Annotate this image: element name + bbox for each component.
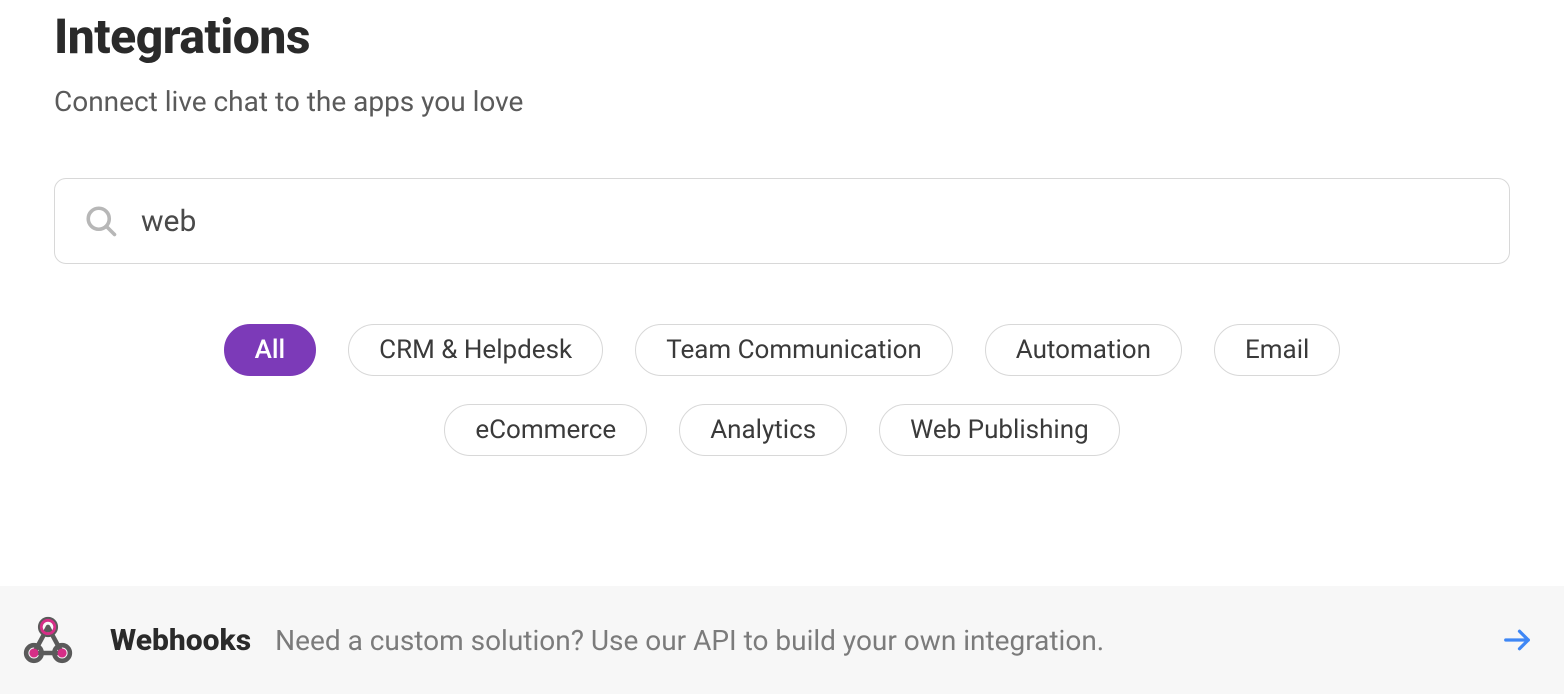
page-title: Integrations bbox=[54, 0, 1510, 65]
filter-email[interactable]: Email bbox=[1214, 324, 1340, 376]
webhooks-description: Need a custom solution? Use our API to b… bbox=[275, 624, 1104, 657]
webhooks-title: Webhooks bbox=[110, 623, 251, 658]
filter-analytics[interactable]: Analytics bbox=[679, 404, 847, 456]
filter-team-communication[interactable]: Team Communication bbox=[635, 324, 953, 376]
search-icon bbox=[83, 203, 119, 239]
search-wrapper[interactable] bbox=[54, 178, 1510, 264]
filter-automation[interactable]: Automation bbox=[985, 324, 1182, 376]
webhooks-text: Webhooks Need a custom solution? Use our… bbox=[110, 623, 1502, 658]
webhooks-icon bbox=[22, 614, 74, 666]
filter-crm-helpdesk[interactable]: CRM & Helpdesk bbox=[348, 324, 603, 376]
webhooks-row[interactable]: Webhooks Need a custom solution? Use our… bbox=[0, 586, 1564, 694]
filter-chips: All CRM & Helpdesk Team Communication Au… bbox=[54, 324, 1510, 456]
search-input[interactable] bbox=[141, 204, 1481, 239]
arrow-right-icon bbox=[1502, 625, 1532, 655]
filter-all[interactable]: All bbox=[224, 324, 317, 376]
filter-web-publishing[interactable]: Web Publishing bbox=[879, 404, 1120, 456]
filter-ecommerce[interactable]: eCommerce bbox=[444, 404, 647, 456]
page-subtitle: Connect live chat to the apps you love bbox=[54, 85, 1510, 118]
